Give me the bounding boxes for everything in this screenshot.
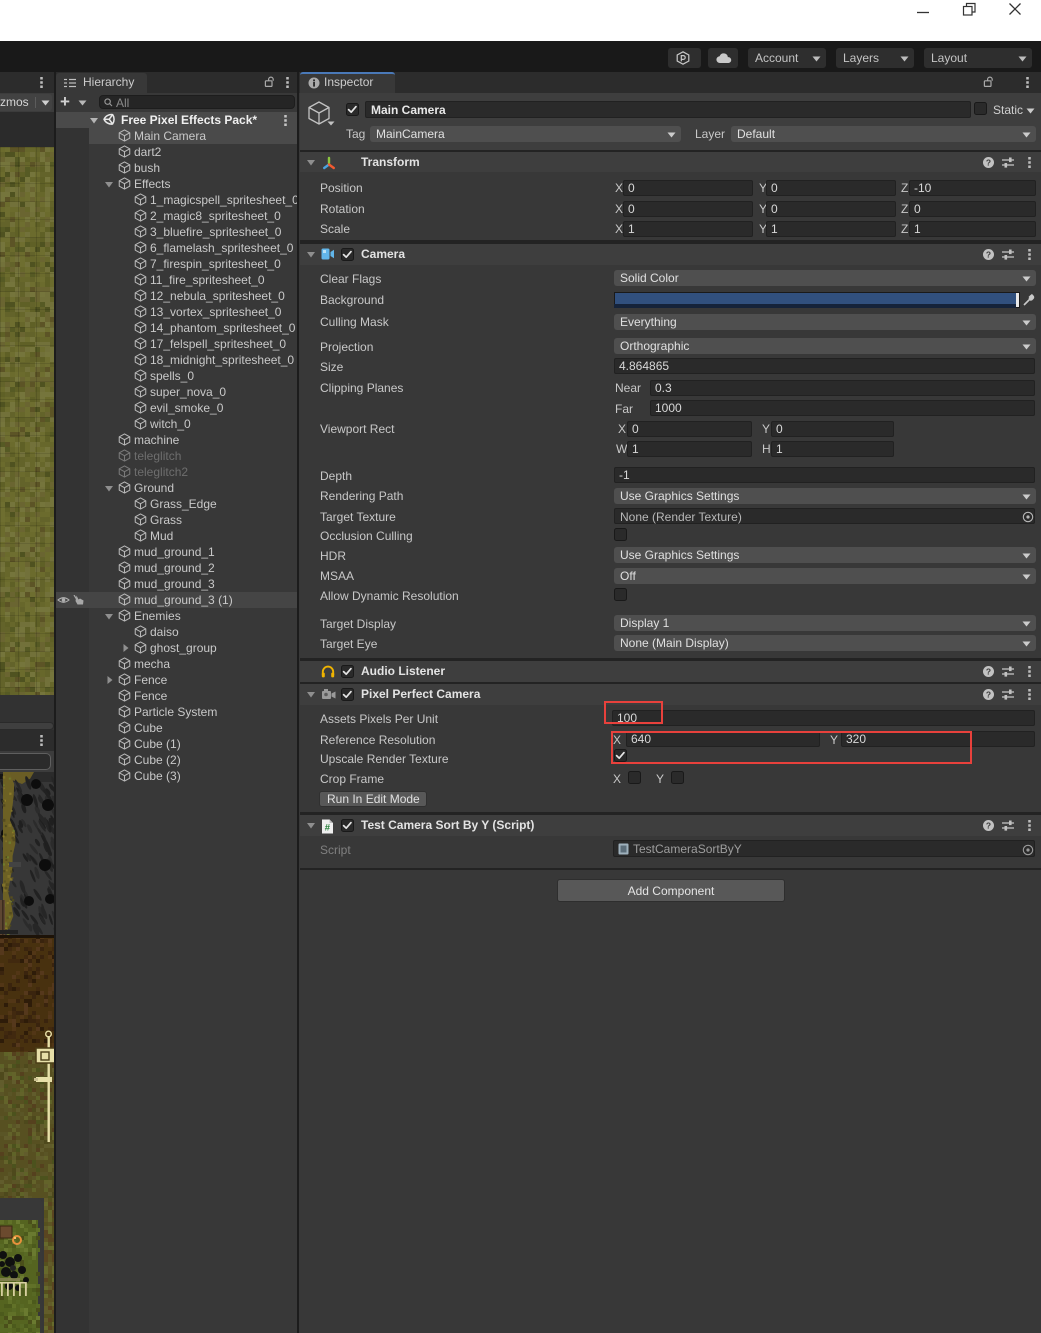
- svg-text:?: ?: [986, 821, 991, 831]
- svg-text:?: ?: [986, 158, 991, 168]
- svg-text:?: ?: [986, 250, 991, 260]
- svg-text:?: ?: [986, 667, 991, 677]
- svg-text:?: ?: [986, 690, 991, 700]
- svg-text:#: #: [325, 822, 331, 833]
